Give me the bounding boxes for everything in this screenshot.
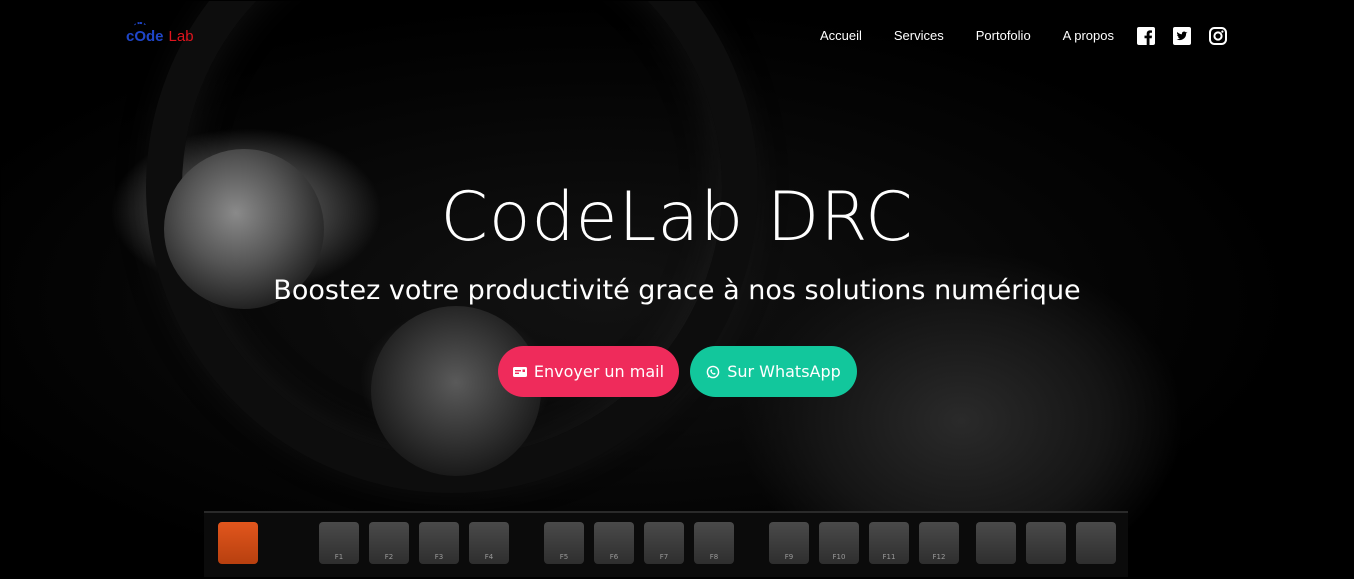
keyboard-key: F2 (369, 522, 409, 564)
nav-link-services[interactable]: Services (894, 28, 944, 43)
envelope-icon (512, 366, 527, 377)
twitter-icon[interactable] (1173, 27, 1191, 45)
logo-code: cOde (126, 28, 164, 45)
keyboard-key: F9 (769, 522, 809, 564)
send-mail-button[interactable]: Envoyer un mail (498, 346, 679, 397)
whatsapp-icon (706, 365, 720, 378)
hero-title: CodeLab DRC (440, 178, 914, 257)
social-links (1137, 27, 1227, 45)
facebook-icon[interactable] (1137, 27, 1155, 45)
keyboard-key: F10 (819, 522, 859, 564)
nav-links: Accueil Services Portofolio A propos (820, 28, 1114, 43)
nav-link-a-propos[interactable]: A propos (1063, 28, 1114, 43)
keyboard-key: F12 (919, 522, 959, 564)
navbar: cOde Lab Accueil Services Portofolio A pr… (0, 0, 1354, 72)
hero-subtitle: Boostez votre productivité grace à nos s… (273, 275, 1081, 306)
keyboard-key: F8 (694, 522, 734, 564)
keyboard-key (1026, 522, 1066, 564)
keyboard-key: F6 (594, 522, 634, 564)
whatsapp-label: Sur WhatsApp (727, 362, 841, 381)
keyboard-key: F3 (419, 522, 459, 564)
keyboard-image: F1 F2 F3 F4 F5 F6 F7 F8 F9 F10 F11 F12 (204, 511, 1128, 577)
nav-link-accueil[interactable]: Accueil (820, 28, 862, 43)
keyboard-key: F7 (644, 522, 684, 564)
keyboard-key: F4 (469, 522, 509, 564)
instagram-icon[interactable] (1209, 27, 1227, 45)
nav-link-portofolio[interactable]: Portofolio (976, 28, 1031, 43)
keyboard-key (1076, 522, 1116, 564)
keyboard-key: F11 (869, 522, 909, 564)
logo-dots (134, 22, 146, 30)
keyboard-key: F5 (544, 522, 584, 564)
send-mail-label: Envoyer un mail (533, 362, 665, 381)
logo-lab: Lab (168, 28, 194, 45)
logo[interactable]: cOde Lab (126, 22, 194, 45)
whatsapp-button[interactable]: Sur WhatsApp (690, 346, 857, 397)
keyboard-key (274, 522, 298, 564)
keyboard-key (976, 522, 1016, 564)
keyboard-key: F1 (319, 522, 359, 564)
keyboard-key (218, 522, 258, 564)
